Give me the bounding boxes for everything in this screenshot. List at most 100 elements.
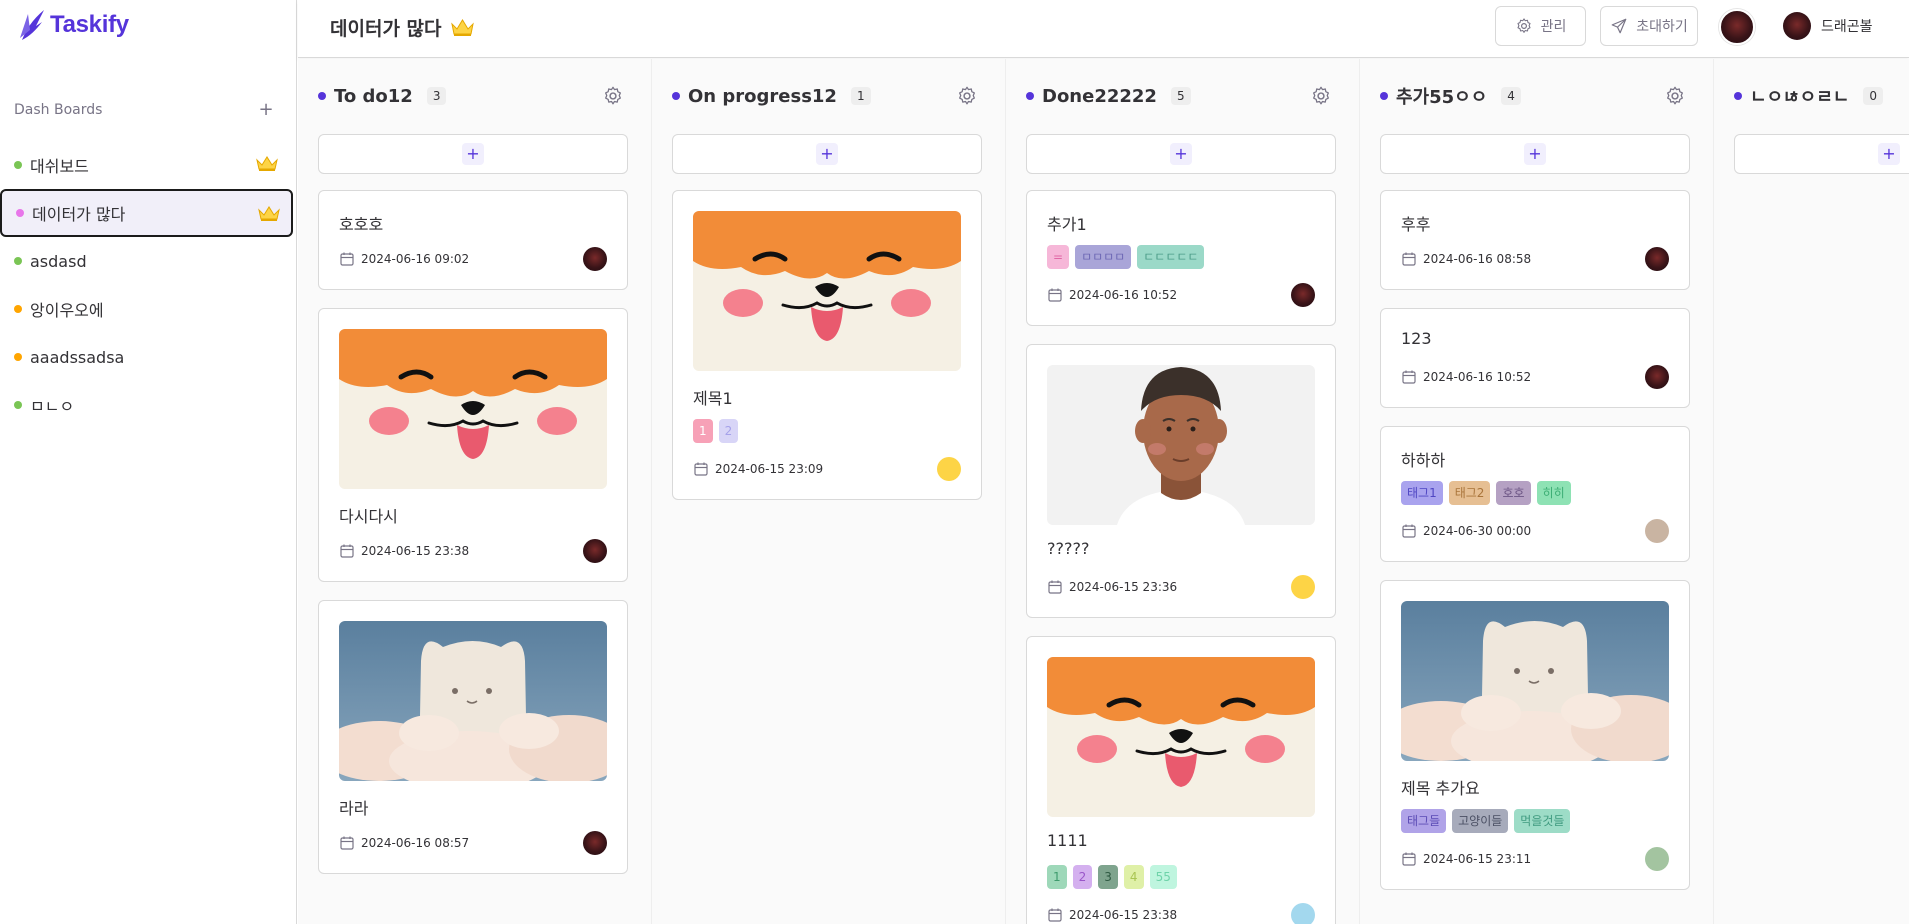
column-status-dot [1380,92,1388,100]
dashboard-list: 대쉬보드데이터가 많다 asdasd 앙이우오에 aaadssadsa ㅁㄴㅇ [0,141,297,429]
person-avatar-image [1047,365,1315,525]
assignee-avatar [583,831,607,855]
card-meta: 2024-06-15 23:36 [1047,573,1315,601]
dashboard-label: asdasd [30,251,87,271]
plus-icon: + [1878,143,1900,165]
task-card[interactable]: 다시다시 2024-06-15 23:38 [318,308,628,582]
dashboard-label: 앙이우오에 [30,301,104,320]
card-title: 호호호 [339,215,384,234]
dashboard-color-dot [16,209,24,217]
plus-icon: + [1524,143,1546,165]
card-title: 제목1 [693,389,733,408]
dashboards-header: Dash Boards + [14,100,276,120]
card-due-date: 2024-06-30 00:00 [1423,524,1532,538]
task-card[interactable]: 하하하태그1 태그2 호호 히히 2024-06-30 00:00 [1380,426,1690,562]
card-image [693,211,961,371]
dashboard-label: ㅁㄴㅇ [30,397,75,416]
card-tag: 호호 [1496,481,1531,505]
task-card[interactable]: 라라 2024-06-16 08:57 [318,600,628,874]
task-card[interactable]: 추가1 = ㅁㅁㅁㅁ ㄷㄷㄷㄷㄷ 2024-06-16 10:52 [1026,190,1336,326]
card-tag: 2 [1072,865,1093,889]
invite-button-label: 초대하기 [1636,19,1688,35]
add-card-button[interactable]: + [318,134,628,174]
sidebar-dashboard-item[interactable]: asdasd [0,237,295,285]
calendar-icon [1048,908,1062,922]
sidebar-dashboard-item[interactable]: ㅁㄴㅇ [0,381,295,429]
assignee-avatar [583,247,607,271]
page-title: 데이터가 많다 [330,14,475,41]
card-title: 하하하 [1401,451,1446,470]
card-tags: 태그1 태그2 호호 히히 [1401,481,1669,505]
member-avatar[interactable] [1719,9,1755,45]
card-title: 후후 [1401,215,1431,234]
column-header: To do12 3 [318,83,636,109]
add-card-button[interactable]: + [672,134,982,174]
card-tag: 2 [718,419,739,443]
task-card[interactable]: 제목1 1 2 2024-06-15 23:09 [672,190,982,500]
card-tag: 태그2 [1448,481,1491,505]
dashboard-label: 데이터가 많다 [32,205,126,224]
calendar-icon [694,462,708,476]
card-tag: 히히 [1536,481,1571,505]
column-header: ㄴㅇㄶㅇㄹㄴ 0 [1734,83,1909,109]
crown-icon [450,19,474,36]
column-header: 추가55ㅇㅇ 4 [1380,83,1698,109]
shiba-image [1047,657,1315,817]
column-settings-icon[interactable] [602,85,624,107]
dashboard-color-dot [14,353,22,361]
add-card-button[interactable]: + [1734,134,1909,174]
card-tag: 1 [693,419,713,443]
shiba-image [693,211,961,371]
user-profile[interactable]: 드래곤볼 [1783,12,1873,40]
card-due-date: 2024-06-15 23:38 [361,544,470,558]
column-settings-icon[interactable] [956,85,978,107]
sidebar-dashboard-item[interactable]: 앙이우오에 [0,285,295,333]
kanban-column: ㄴㅇㄶㅇㄹㄴ 0 + [1714,59,1909,924]
assignee-avatar [1291,283,1315,307]
card-tags: 1 2 3 4 55 [1047,865,1315,889]
task-card[interactable]: 1111 1 2 3 4 55 2024-06-15 23:38 [1026,636,1336,924]
assignee-avatar [1645,247,1669,271]
app-logo[interactable]: Taskify [18,8,129,42]
column-title: On progress12 [688,85,837,107]
plus-icon: + [1170,143,1192,165]
task-card[interactable]: 123 2024-06-16 10:52 [1380,308,1690,408]
manage-button[interactable]: 관리 [1495,6,1586,46]
task-card[interactable]: ????? 2024-06-15 23:36 [1026,344,1336,618]
card-due-date: 2024-06-15 23:38 [1069,908,1178,922]
sidebar-dashboard-item[interactable]: aaadssadsa [0,333,295,381]
card-image [339,329,607,489]
sidebar-dashboard-item[interactable]: 데이터가 많다 [0,189,293,237]
card-title: 제목 추가요 [1401,779,1480,798]
add-card-button[interactable]: + [1380,134,1690,174]
card-title: 라라 [339,799,369,818]
calendar-icon [340,836,354,850]
card-meta: 2024-06-15 23:11 [1401,845,1669,873]
top-header: 데이터가 많다 관리 초대하기 드래곤볼 [298,0,1909,58]
kanban-column: To do12 3 + 호호호 2024-06-16 09:02 다시다시 2024-06-… [298,59,652,924]
plus-icon: + [816,143,838,165]
invite-button[interactable]: 초대하기 [1600,6,1698,46]
card-tag: 55 [1149,865,1177,889]
card-due-date: 2024-06-15 23:11 [1423,852,1532,866]
task-card[interactable]: 제목 추가요 태그들 고양이들 먹을것들 2024-06-15 23:11 [1380,580,1690,890]
column-status-dot [672,92,680,100]
send-icon [1611,18,1627,34]
cat-cloud-image [1401,601,1669,761]
card-image [1047,657,1315,817]
task-card[interactable]: 후후 2024-06-16 08:58 [1380,190,1690,290]
card-tag: 4 [1123,865,1144,889]
kanban-column: On progress12 1 + 제목1 1 2 2024-06-15 23:09 [652,59,1006,924]
add-card-button[interactable]: + [1026,134,1336,174]
sidebar: Taskify Dash Boards + 대쉬보드데이터가 많다 asdasd 앙… [0,0,297,924]
task-card[interactable]: 호호호 2024-06-16 09:02 [318,190,628,290]
card-meta: 2024-06-15 23:38 [1047,901,1315,924]
sidebar-dashboard-item[interactable]: 대쉬보드 [0,141,295,189]
card-meta: 2024-06-15 23:38 [339,537,607,565]
column-settings-icon[interactable] [1664,85,1686,107]
column-settings-icon[interactable] [1310,85,1332,107]
card-tag: ㅁㅁㅁㅁ [1075,245,1132,269]
card-image [1047,365,1315,525]
add-dashboard-button[interactable]: + [256,100,276,120]
card-due-date: 2024-06-15 23:09 [715,462,824,476]
